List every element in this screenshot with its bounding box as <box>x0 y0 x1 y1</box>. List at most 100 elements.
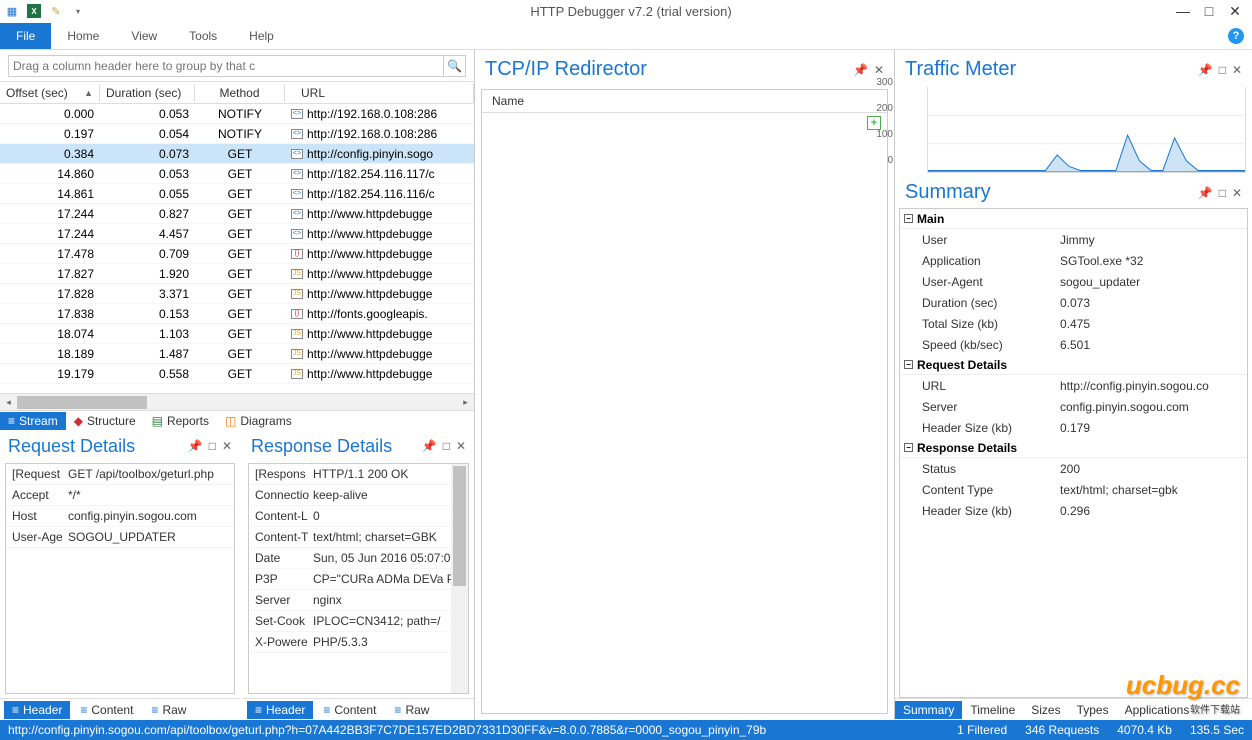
add-button[interactable]: + <box>867 116 881 130</box>
window-title: HTTP Debugger v7.2 (trial version) <box>86 4 1176 19</box>
section-header[interactable]: −Request Details <box>900 355 1247 375</box>
header-row[interactable]: User-AgeSOGOU_UPDATER <box>6 527 234 548</box>
table-row[interactable]: 18.1891.487GETJShttp://www.httpdebugge <box>0 344 474 364</box>
menu-help[interactable]: Help <box>233 23 290 49</box>
header-row[interactable]: P3PCP="CURa ADMa DEVa P <box>249 569 468 590</box>
collapse-icon[interactable]: − <box>904 214 913 223</box>
table-row[interactable]: 17.8271.920GETJShttp://www.httpdebugge <box>0 264 474 284</box>
req-tab-raw[interactable]: ≡Raw <box>143 701 194 719</box>
req-tab-content[interactable]: ≡Content <box>72 701 141 719</box>
menu-file[interactable]: File <box>0 23 51 49</box>
col-offset[interactable]: Offset (sec)▲ <box>0 84 100 102</box>
pin-icon[interactable]: 📌 <box>188 439 203 453</box>
pin-icon[interactable]: 📌 <box>1198 186 1213 200</box>
table-row[interactable]: 18.0741.103GETJShttp://www.httpdebugge <box>0 324 474 344</box>
header-row[interactable]: Hostconfig.pinyin.sogou.com <box>6 506 234 527</box>
sumtab-timeline[interactable]: Timeline <box>962 701 1023 719</box>
tab-structure[interactable]: ◆Structure <box>66 412 144 430</box>
header-row[interactable]: Set-CookIPLOC=CN3412; path=/ <box>249 611 468 632</box>
col-url[interactable]: URL <box>285 84 474 102</box>
request-tabs: ≡Header ≡Content ≡Raw <box>0 698 240 720</box>
header-row[interactable]: [RequestGET /api/toolbox/geturl.php <box>6 464 234 485</box>
tab-reports[interactable]: ▤Reports <box>144 412 217 430</box>
header-row[interactable]: X-PowerePHP/5.3.3 <box>249 632 468 653</box>
close-panel-icon[interactable]: ✕ <box>1232 63 1242 77</box>
name-column[interactable]: Name <box>482 90 887 113</box>
group-bar: 🔍 <box>0 50 474 82</box>
sumtab-types[interactable]: Types <box>1069 701 1117 719</box>
res-tab-raw[interactable]: ≡Raw <box>386 701 437 719</box>
maximize-panel-icon[interactable]: □ <box>209 439 216 453</box>
tab-stream[interactable]: ≡Stream <box>0 412 66 430</box>
table-row[interactable]: 17.4780.709GET{}http://www.httpdebugge <box>0 244 474 264</box>
header-row[interactable]: [ResponsHTTP/1.1 200 OK <box>249 464 468 485</box>
close-panel-icon[interactable]: ✕ <box>222 439 232 453</box>
table-row[interactable]: 14.8600.053GET<>http://182.254.116.117/c <box>0 164 474 184</box>
header-row[interactable]: Accept*/* <box>6 485 234 506</box>
maximize-button[interactable]: □ <box>1202 3 1216 19</box>
maximize-panel-icon[interactable]: □ <box>1219 186 1226 200</box>
close-button[interactable]: ✕ <box>1228 3 1242 20</box>
pin-icon[interactable]: 📌 <box>853 63 868 77</box>
table-row[interactable]: 14.8610.055GET<>http://182.254.116.116/c <box>0 184 474 204</box>
h-scrollbar[interactable]: ◂ ▸ <box>0 393 474 410</box>
header-row[interactable]: Connectiokeep-alive <box>249 485 468 506</box>
table-row[interactable]: 17.8380.153GET{}http://fonts.googleapis. <box>0 304 474 324</box>
response-details-title: Response Details <box>251 436 422 457</box>
v-scrollbar[interactable] <box>451 464 468 694</box>
table-row[interactable]: 0.0000.053NOTIFY<>http://192.168.0.108:2… <box>0 104 474 124</box>
pin-icon[interactable]: 📌 <box>1198 63 1213 77</box>
maximize-panel-icon[interactable]: □ <box>443 439 450 453</box>
group-search-input[interactable] <box>8 55 444 77</box>
menu-home[interactable]: Home <box>51 23 115 49</box>
col-duration[interactable]: Duration (sec) <box>100 84 195 102</box>
collapse-icon[interactable]: − <box>904 443 913 452</box>
sumtab-sizes[interactable]: Sizes <box>1023 701 1068 719</box>
qat-icon-excel[interactable]: X <box>26 3 42 19</box>
collapse-icon[interactable]: − <box>904 360 913 369</box>
table-row[interactable]: 17.2440.827GET<>http://www.httpdebugge <box>0 204 474 224</box>
scroll-right-icon[interactable]: ▸ <box>457 394 474 411</box>
minimize-button[interactable]: — <box>1176 3 1190 19</box>
summary-tabs: Summary Timeline Sizes Types Application… <box>895 698 1252 720</box>
tab-diagrams[interactable]: ◫Diagrams <box>217 412 300 430</box>
table-row[interactable]: 19.1790.558GETJShttp://www.httpdebugge <box>0 364 474 384</box>
help-icon[interactable]: ? <box>1228 28 1244 44</box>
qat-icon-brush[interactable]: ✎ <box>48 3 64 19</box>
qat-icon-app[interactable]: ▦ <box>4 3 20 19</box>
scroll-left-icon[interactable]: ◂ <box>0 394 17 411</box>
sumtab-applications[interactable]: Applications <box>1117 701 1198 719</box>
table-row[interactable]: 17.8283.371GETJShttp://www.httpdebugge <box>0 284 474 304</box>
menu-tools[interactable]: Tools <box>173 23 233 49</box>
summary-row: UserJimmy <box>900 229 1247 250</box>
summary-row: Status200 <box>900 458 1247 479</box>
titlebar: ▦ X ✎ ▾ HTTP Debugger v7.2 (trial versio… <box>0 0 1252 22</box>
close-panel-icon[interactable]: ✕ <box>1232 186 1242 200</box>
close-panel-icon[interactable]: ✕ <box>456 439 466 453</box>
scroll-thumb[interactable] <box>17 396 147 409</box>
res-tab-content[interactable]: ≡Content <box>315 701 384 719</box>
header-row[interactable]: DateSun, 05 Jun 2016 05:07:0 <box>249 548 468 569</box>
req-tab-header[interactable]: ≡Header <box>4 701 70 719</box>
search-icon[interactable]: 🔍 <box>444 55 466 77</box>
qat-dropdown-icon[interactable]: ▾ <box>70 3 86 19</box>
summary-row: Serverconfig.pinyin.sogou.com <box>900 396 1247 417</box>
pin-icon[interactable]: 📌 <box>422 439 437 453</box>
res-tab-header[interactable]: ≡Header <box>247 701 313 719</box>
menu-view[interactable]: View <box>115 23 173 49</box>
scroll-thumb[interactable] <box>453 466 466 586</box>
section-header[interactable]: −Main <box>900 209 1247 229</box>
section-header[interactable]: −Response Details <box>900 438 1247 458</box>
menubar: File Home View Tools Help ? <box>0 22 1252 50</box>
header-row[interactable]: Content-L0 <box>249 506 468 527</box>
sumtab-summary[interactable]: Summary <box>895 701 962 719</box>
col-method[interactable]: Method <box>195 84 285 102</box>
header-row[interactable]: Content-Ttext/html; charset=GBK <box>249 527 468 548</box>
table-row[interactable]: 17.2444.457GET<>http://www.httpdebugge <box>0 224 474 244</box>
header-row[interactable]: Servernginx <box>249 590 468 611</box>
close-panel-icon[interactable]: ✕ <box>874 63 884 77</box>
table-row[interactable]: 0.3840.073GET<>http://config.pinyin.sogo <box>0 144 474 164</box>
response-details-panel: Response Details 📌 □ ✕ [ResponsHTTP/1.1 … <box>243 432 474 721</box>
maximize-panel-icon[interactable]: □ <box>1219 63 1226 77</box>
table-row[interactable]: 0.1970.054NOTIFY<>http://192.168.0.108:2… <box>0 124 474 144</box>
